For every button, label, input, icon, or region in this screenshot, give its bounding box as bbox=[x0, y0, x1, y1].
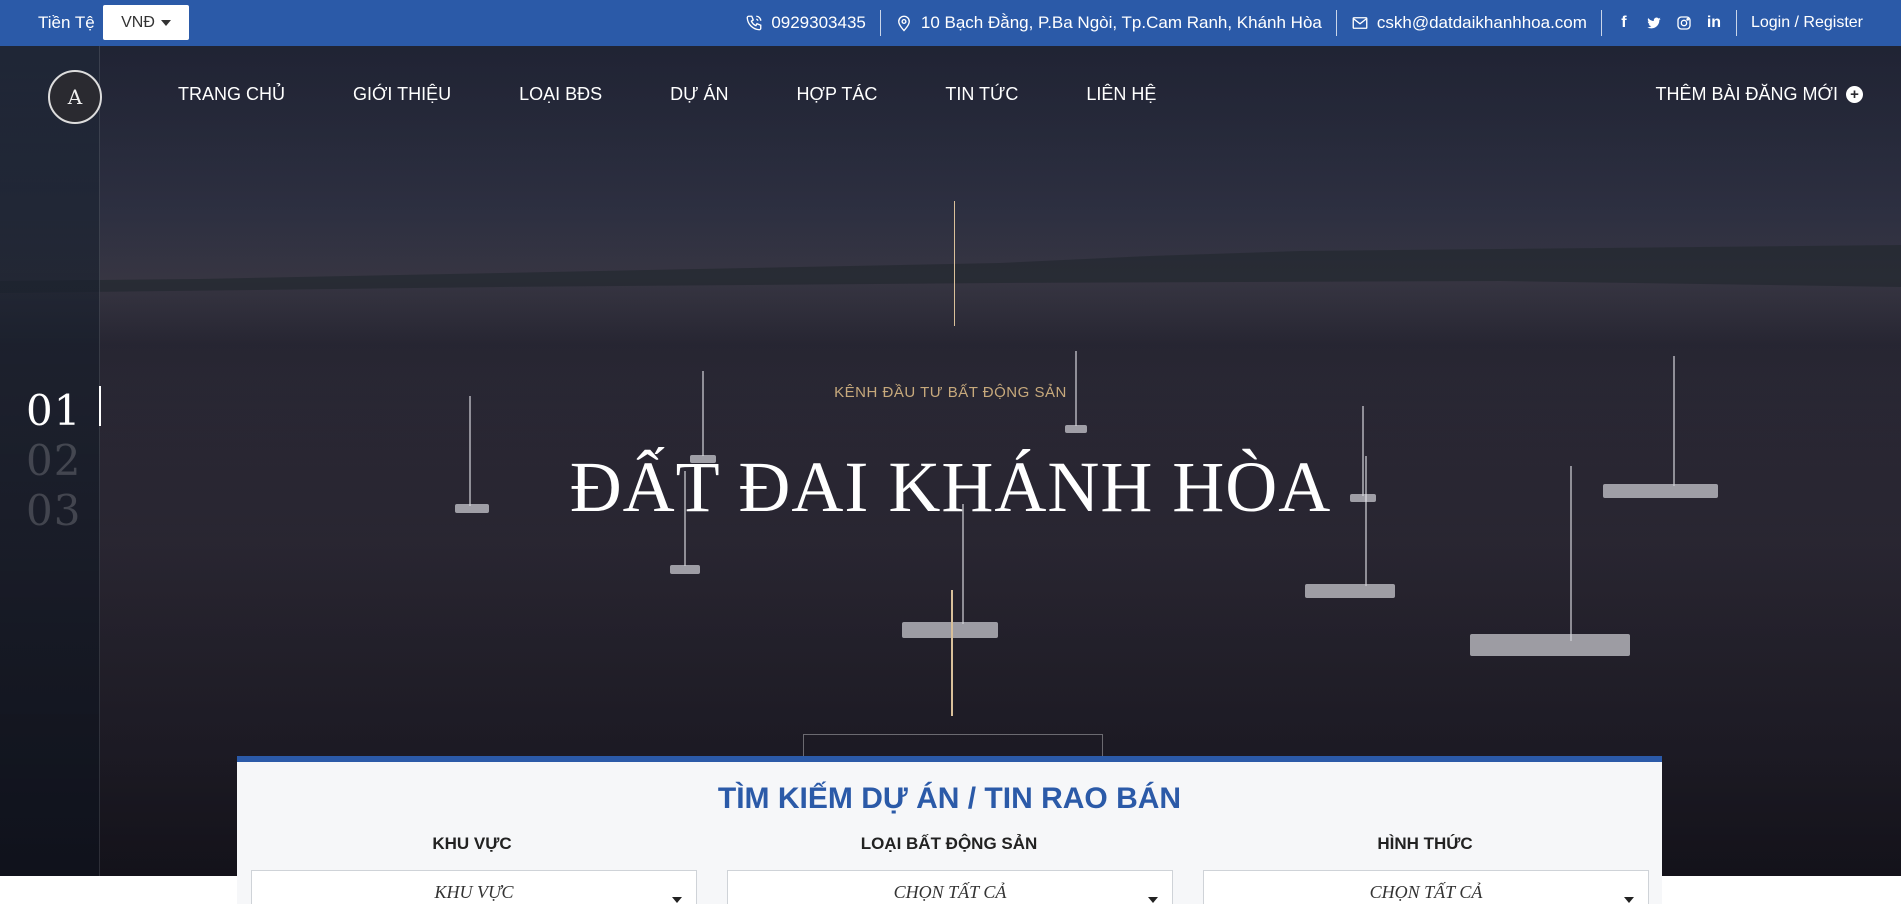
main-navigation: TRANG CHỦ GIỚI THIỆU LOẠI BĐS DỰ ÁN HỢP … bbox=[178, 84, 1224, 105]
decorative-line bbox=[951, 590, 953, 716]
currency-label: Tiền Tệ bbox=[38, 13, 95, 32]
nav-item-property-types[interactable]: LOẠI BĐS bbox=[519, 84, 602, 105]
twitter-icon[interactable] bbox=[1646, 15, 1662, 31]
phone-number: 0929303435 bbox=[771, 13, 866, 32]
instagram-icon[interactable] bbox=[1676, 15, 1692, 31]
decorative-line bbox=[954, 201, 955, 326]
chevron-down-icon bbox=[1148, 897, 1158, 903]
nav-item-news[interactable]: TIN TỨC bbox=[945, 84, 1018, 105]
nav-item-projects[interactable]: DỰ ÁN bbox=[670, 84, 728, 105]
chevron-down-icon bbox=[672, 897, 682, 903]
location-pin-icon bbox=[897, 15, 910, 32]
site-logo[interactable]: A bbox=[48, 70, 102, 124]
currency-select[interactable]: VNĐ bbox=[103, 5, 189, 40]
property-type-label: LOẠI BẤT ĐỘNG SẢN bbox=[860, 834, 1038, 853]
listing-type-select-value: CHỌN TẤT CẢ bbox=[1369, 881, 1483, 902]
address-text: 10 Bạch Đằng, P.Ba Ngòi, Tp.Cam Ranh, Kh… bbox=[920, 13, 1322, 32]
chevron-down-icon bbox=[1624, 897, 1634, 903]
top-bar: Tiền Tệ VNĐ 0929303435 10 Bạch Đằng, P.B… bbox=[0, 0, 1901, 46]
property-type-select-value: CHỌN TẤT CẢ bbox=[893, 881, 1007, 902]
social-links: f in bbox=[1602, 14, 1736, 32]
facebook-icon[interactable]: f bbox=[1616, 14, 1632, 32]
add-post-label: THÊM BÀI ĐĂNG MỚI bbox=[1655, 84, 1838, 104]
search-title: TÌM KIẾM DỰ ÁN / TIN RAO BÁN bbox=[717, 782, 1182, 815]
email-contact[interactable]: cskh@datdaikhanhhoa.com bbox=[1337, 13, 1601, 33]
search-panel: TÌM KIẾM DỰ ÁN / TIN RAO BÁN KHU VỰC KHU… bbox=[237, 756, 1662, 904]
phone-icon bbox=[746, 15, 762, 31]
currency-value: VNĐ bbox=[121, 13, 155, 31]
hero-slider: A 01 02 03 TRANG CHỦ GIỚI THIỆU LOẠI BĐS… bbox=[0, 46, 1901, 876]
area-select[interactable]: KHU VỰC bbox=[251, 870, 697, 904]
nav-item-contact[interactable]: LIÊN HỆ bbox=[1086, 84, 1156, 105]
listing-type-label: HÌNH THỨC bbox=[1377, 834, 1473, 853]
listing-type-select[interactable]: CHỌN TẤT CẢ bbox=[1203, 870, 1649, 904]
nav-item-cooperation[interactable]: HỢP TÁC bbox=[797, 84, 878, 105]
nav-item-home[interactable]: TRANG CHỦ bbox=[178, 84, 285, 105]
add-post-button[interactable]: THÊM BÀI ĐĂNG MỚI + bbox=[1656, 84, 1863, 105]
chevron-down-icon bbox=[160, 19, 171, 26]
property-type-select[interactable]: CHỌN TẤT CẢ bbox=[727, 870, 1173, 904]
phone-contact[interactable]: 0929303435 bbox=[731, 13, 880, 33]
login-register-link[interactable]: Login / Register bbox=[1737, 14, 1863, 32]
hero-eyebrow: KÊNH ĐẦU TƯ BẤT ĐỘNG SẢN bbox=[834, 384, 1067, 401]
area-label: KHU VỰC bbox=[432, 834, 512, 853]
nav-item-about[interactable]: GIỚI THIỆU bbox=[353, 84, 451, 105]
mail-icon bbox=[1352, 17, 1368, 29]
shoreline-silhouette bbox=[0, 245, 1901, 293]
linkedin-icon[interactable]: in bbox=[1706, 14, 1722, 32]
plus-circle-icon: + bbox=[1846, 86, 1863, 103]
email-text: cskh@datdaikhanhhoa.com bbox=[1376, 13, 1587, 32]
contact-bar: 0929303435 10 Bạch Đằng, P.Ba Ngòi, Tp.C… bbox=[731, 0, 1863, 46]
area-select-value: KHU VỰC bbox=[434, 881, 514, 902]
hero-title: ĐẤT ĐAI KHÁNH HÒA bbox=[569, 447, 1332, 527]
address-contact[interactable]: 10 Bạch Đằng, P.Ba Ngòi, Tp.Cam Ranh, Kh… bbox=[881, 13, 1336, 33]
